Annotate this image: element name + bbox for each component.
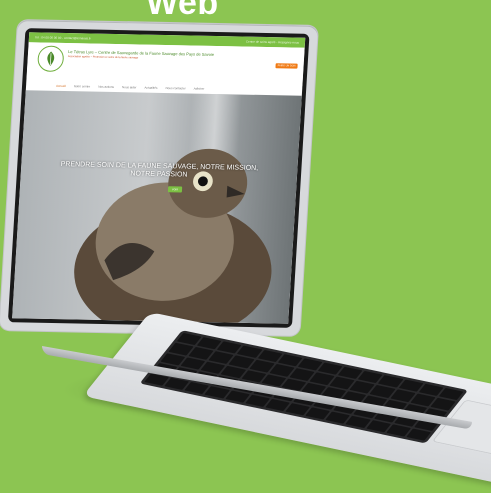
site-logo[interactable] [36, 45, 65, 72]
site-header: Le Tétras Lyre – Centre de Sauvegarde de… [26, 42, 305, 86]
nav-item-actualites[interactable]: Actualités [144, 86, 157, 90]
keyboard [139, 330, 469, 444]
laptop-base [82, 312, 491, 493]
nav-item-nous-aider[interactable]: Nous aider [122, 85, 137, 89]
topbar-right-text[interactable]: Centre de soins agréé - Rejoignez-nous [246, 40, 299, 45]
donate-button[interactable]: FAIRE UN DON [275, 63, 298, 69]
hawk-photo [74, 148, 272, 324]
nav-item-nos-actions[interactable]: Nos actions [98, 85, 114, 89]
nav-item-notre-centre[interactable]: Notre centre [74, 84, 91, 88]
nav-item-contact[interactable]: Nous contacter [165, 86, 185, 90]
key [406, 428, 432, 441]
site-subtitle: Association agréée – Protection et soins… [67, 55, 139, 60]
website-screenshot: Tel : 04 00 00 00 00 - contact@lemarais.… [12, 32, 306, 324]
laptop-screen: Tel : 04 00 00 00 00 - contact@lemarais.… [0, 20, 319, 336]
heading-web: Web [146, 0, 219, 22]
leaf-logo-icon [47, 51, 55, 66]
nav-item-adherer[interactable]: Adhérer [194, 87, 205, 91]
topbar-left-text: Tel : 04 00 00 00 00 - contact@lemarais.… [34, 35, 91, 41]
hero-cta-button[interactable]: VOIR [167, 186, 183, 193]
nav-item-accueil[interactable]: Accueil [56, 84, 66, 88]
hero-banner: PRENDRE SOIN DE LA FAUNE SAUVAGE, NOTRE … [12, 90, 302, 324]
screen-bezel: Tel : 04 00 00 00 00 - contact@lemarais.… [7, 28, 310, 328]
